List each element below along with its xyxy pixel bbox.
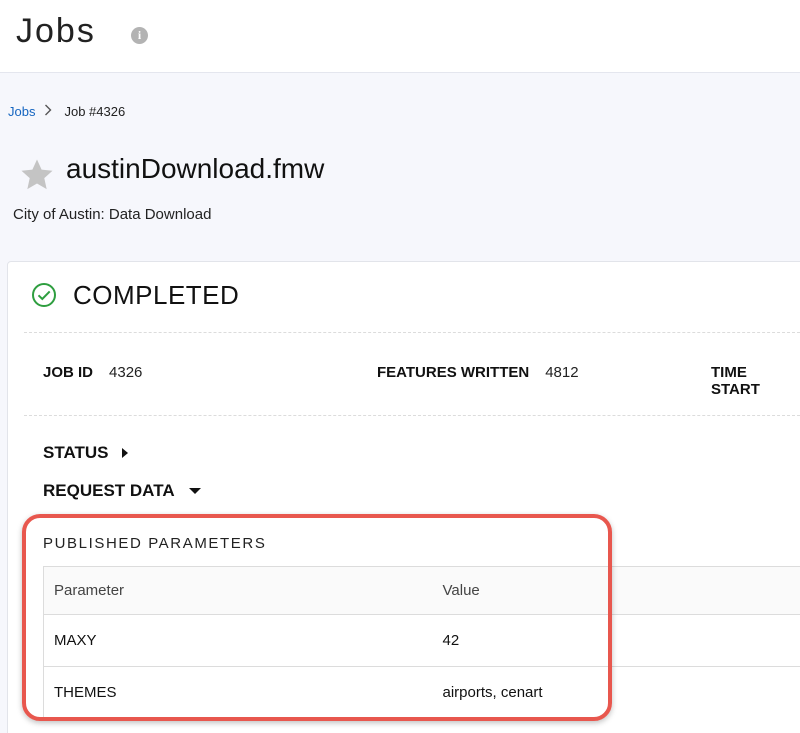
published-parameters-table: Parameter Value MAXY 42 THEMES airports,…: [43, 566, 800, 719]
request-data-section-label: REQUEST DATA: [43, 481, 175, 500]
check-circle-icon: [32, 283, 56, 307]
info-value: 4812: [545, 364, 579, 381]
info-key: JOB ID: [43, 364, 94, 381]
job-description: City of Austin: Data Download: [13, 206, 212, 223]
info-key: FEATURES WRITTEN: [377, 364, 530, 381]
caret-right-icon: [122, 448, 129, 458]
request-data-section-toggle[interactable]: REQUEST DATA: [43, 481, 201, 501]
info-value: 4326: [109, 364, 143, 381]
breadcrumb-jobs-link[interactable]: Jobs: [8, 104, 35, 119]
parameter-name: THEMES: [43, 666, 433, 719]
job-status: COMPLETED: [73, 280, 240, 310]
status-section-toggle[interactable]: STATUS: [43, 443, 129, 463]
published-parameters-title: PUBLISHED PARAMETERS: [43, 535, 267, 552]
page-title: Jobs: [16, 12, 96, 50]
info-job-id: JOB ID 4326: [43, 364, 142, 381]
divider: [24, 415, 800, 416]
breadcrumb: Jobs Job #4326: [8, 104, 125, 119]
star-icon[interactable]: [18, 156, 56, 194]
info-features-written: FEATURES WRITTEN 4812: [377, 364, 579, 381]
table-row: THEMES airports, cenart: [43, 666, 800, 719]
info-key: TIME START: [711, 364, 760, 398]
status-section-label: STATUS: [43, 443, 109, 462]
parameter-value: 42: [432, 614, 800, 667]
parameter-name: MAXY: [43, 614, 433, 667]
column-header-value[interactable]: Value: [432, 566, 800, 615]
divider: [24, 332, 800, 333]
job-name: austinDownload.fmw: [66, 153, 325, 184]
table-header-row: Parameter Value: [43, 566, 800, 615]
chevron-right-icon: [44, 104, 52, 119]
info-time-start: TIME START: [711, 364, 800, 398]
top-header: Jobs i: [0, 0, 800, 73]
table-row: MAXY 42: [43, 614, 800, 667]
breadcrumb-current: Job #4326: [64, 104, 126, 119]
parameter-value: airports, cenart: [432, 666, 800, 719]
caret-down-icon: [188, 488, 201, 494]
column-header-parameter[interactable]: Parameter: [43, 566, 433, 615]
info-icon[interactable]: i: [131, 27, 148, 44]
